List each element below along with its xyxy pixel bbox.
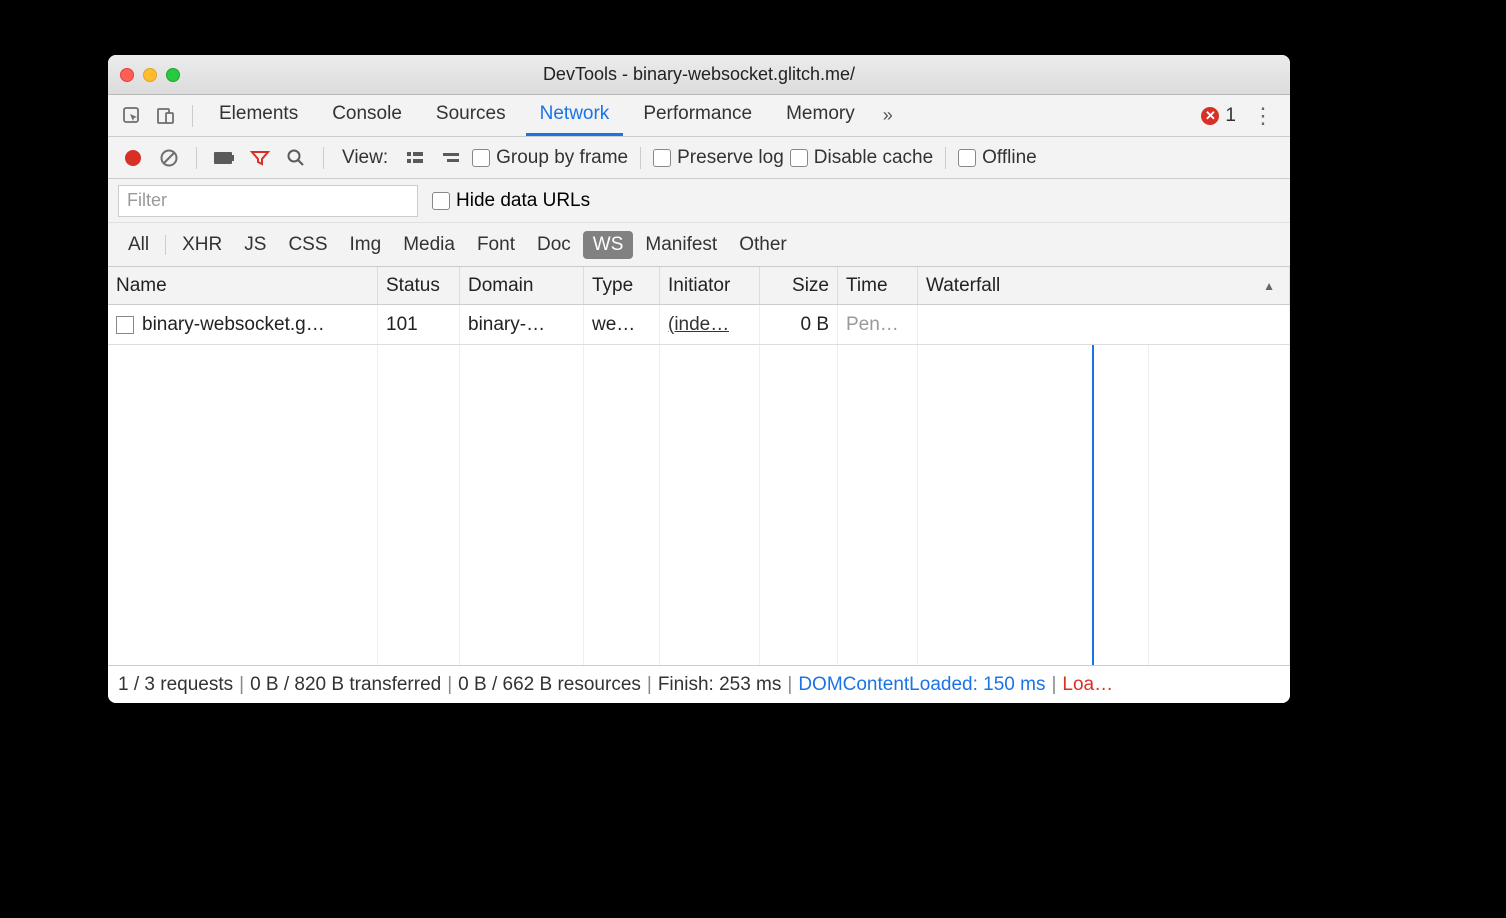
filter-img[interactable]: Img	[340, 231, 392, 259]
filter-icon[interactable]	[245, 143, 275, 173]
waterfall-dcl-marker	[1092, 345, 1094, 665]
group-by-frame-checkbox[interactable]: Group by frame	[472, 147, 628, 169]
col-name[interactable]: Name	[108, 267, 378, 304]
inspect-element-icon[interactable]	[118, 102, 146, 130]
col-domain[interactable]: Domain	[460, 267, 584, 304]
tab-memory[interactable]: Memory	[772, 95, 869, 136]
separator	[196, 147, 197, 169]
clear-button[interactable]	[154, 143, 184, 173]
separator	[165, 235, 166, 255]
error-badge[interactable]: ✕ 1	[1201, 105, 1236, 127]
cell-size: 0 B	[760, 305, 838, 344]
filter-font[interactable]: Font	[467, 231, 525, 259]
close-window-button[interactable]	[120, 68, 134, 82]
record-button[interactable]	[118, 143, 148, 173]
cell-status: 101	[378, 305, 460, 344]
disable-cache-checkbox[interactable]: Disable cache	[790, 147, 933, 169]
status-resources: 0 B / 662 B resources	[458, 674, 641, 696]
maximize-window-button[interactable]	[166, 68, 180, 82]
filter-css[interactable]: CSS	[278, 231, 337, 259]
hide-data-urls-checkbox[interactable]: Hide data URLs	[432, 190, 590, 212]
overview-icon[interactable]	[436, 143, 466, 173]
filter-media[interactable]: Media	[393, 231, 465, 259]
offline-label: Offline	[982, 147, 1037, 169]
status-transferred: 0 B / 820 B transferred	[250, 674, 441, 696]
filter-all[interactable]: All	[118, 231, 159, 259]
type-filter-bar: All XHR JS CSS Img Media Font Doc WS Man…	[108, 223, 1290, 267]
tab-elements[interactable]: Elements	[205, 95, 312, 136]
error-count: 1	[1225, 105, 1236, 127]
col-size[interactable]: Size	[760, 267, 838, 304]
network-toolbar: View: Group by frame Preserve log Disabl…	[108, 137, 1290, 179]
filter-js[interactable]: JS	[234, 231, 276, 259]
col-waterfall[interactable]: Waterfall ▲	[918, 267, 1290, 304]
grid-header: Name Status Domain Type Initiator Size T…	[108, 267, 1290, 305]
separator	[192, 105, 193, 127]
preserve-log-checkbox[interactable]: Preserve log	[653, 147, 784, 169]
filter-xhr[interactable]: XHR	[172, 231, 232, 259]
window-title: DevTools - binary-websocket.glitch.me/	[120, 64, 1278, 85]
capture-screenshots-icon[interactable]	[209, 143, 239, 173]
filter-input[interactable]: Filter	[118, 185, 418, 217]
separator	[640, 147, 641, 169]
disable-cache-label: Disable cache	[814, 147, 933, 169]
request-grid: Name Status Domain Type Initiator Size T…	[108, 267, 1290, 665]
cell-type: we…	[584, 305, 660, 344]
waterfall-gridline	[1148, 345, 1149, 665]
col-type[interactable]: Type	[584, 267, 660, 304]
col-initiator[interactable]: Initiator	[660, 267, 760, 304]
filter-manifest[interactable]: Manifest	[635, 231, 727, 259]
filter-doc[interactable]: Doc	[527, 231, 581, 259]
tab-sources[interactable]: Sources	[422, 95, 520, 136]
table-row[interactable]: binary-websocket.g… 101 binary-… we… (in…	[108, 305, 1290, 345]
filter-other[interactable]: Other	[729, 231, 797, 259]
separator	[323, 147, 324, 169]
search-icon[interactable]	[281, 143, 311, 173]
tab-network[interactable]: Network	[526, 95, 624, 136]
hide-data-urls-label: Hide data URLs	[456, 190, 590, 212]
large-rows-icon[interactable]	[400, 143, 430, 173]
status-requests: 1 / 3 requests	[118, 674, 233, 696]
filter-bar: Filter Hide data URLs	[108, 179, 1290, 223]
col-time[interactable]: Time	[838, 267, 918, 304]
toggle-device-icon[interactable]	[152, 102, 180, 130]
offline-checkbox[interactable]: Offline	[958, 147, 1037, 169]
resource-icon	[116, 316, 134, 334]
tab-performance[interactable]: Performance	[629, 95, 766, 136]
more-tabs-button[interactable]: »	[875, 105, 901, 126]
grid-body: binary-websocket.g… 101 binary-… we… (in…	[108, 305, 1290, 665]
cell-name: binary-websocket.g…	[108, 305, 378, 344]
group-by-frame-label: Group by frame	[496, 147, 628, 169]
window-titlebar: DevTools - binary-websocket.glitch.me/	[108, 55, 1290, 95]
status-finish: Finish: 253 ms	[658, 674, 782, 696]
traffic-lights	[120, 68, 180, 82]
view-label: View:	[336, 147, 394, 169]
separator	[945, 147, 946, 169]
tab-console[interactable]: Console	[318, 95, 416, 136]
filter-ws[interactable]: WS	[583, 231, 634, 259]
cell-waterfall	[918, 305, 1290, 344]
settings-menu-button[interactable]: ⋮	[1246, 103, 1280, 129]
cell-domain: binary-…	[460, 305, 584, 344]
preserve-log-label: Preserve log	[677, 147, 784, 169]
devtools-window: DevTools - binary-websocket.glitch.me/ E…	[108, 55, 1290, 703]
cell-initiator: (inde…	[660, 305, 760, 344]
status-load: Loa…	[1062, 674, 1113, 696]
error-icon: ✕	[1201, 107, 1219, 125]
minimize-window-button[interactable]	[143, 68, 157, 82]
cell-time: Pen…	[838, 305, 918, 344]
status-bar: 1 / 3 requests | 0 B / 820 B transferred…	[108, 665, 1290, 703]
col-status[interactable]: Status	[378, 267, 460, 304]
main-tabs: Elements Console Sources Network Perform…	[108, 95, 1290, 137]
sort-asc-icon: ▲	[1263, 279, 1275, 293]
status-dcl: DOMContentLoaded: 150 ms	[798, 674, 1045, 696]
waterfall-label: Waterfall	[926, 275, 1000, 297]
